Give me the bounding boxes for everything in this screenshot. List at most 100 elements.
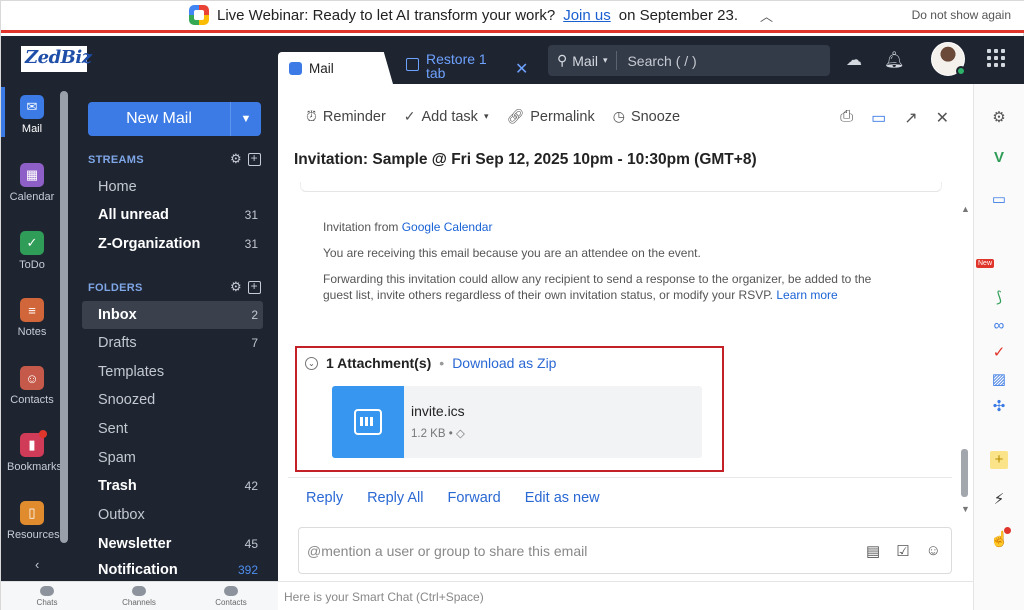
sidebar-item-notification[interactable]: Notification 392 <box>82 558 263 581</box>
add-task-button[interactable]: ✓ Add task ▾ <box>404 108 489 125</box>
link-icon[interactable]: ∞ <box>990 317 1008 335</box>
chat-bubble-icon[interactable]: ▭ <box>871 108 886 128</box>
mail-scrollbar[interactable]: ▲ ▼ <box>961 204 970 514</box>
app-nav-resources[interactable]: ▯ Resources <box>7 501 60 541</box>
sidebar-item-newsletter[interactable]: Newsletter 45 <box>82 530 263 558</box>
smart-chat-input[interactable]: Here is your Smart Chat (Ctrl+Space) <box>278 581 973 610</box>
reminder-button[interactable]: ⏰︎ Reminder <box>306 108 386 125</box>
toolbar-label: Permalink <box>530 108 595 125</box>
banner-text-after: on September 23. <box>618 6 738 24</box>
app-nav-mail[interactable]: ✉ Mail <box>1 87 57 137</box>
divider <box>288 477 952 478</box>
apps-grid-icon[interactable] <box>987 49 1005 67</box>
bell-icon[interactable]: 🔔︎ <box>884 50 904 70</box>
bottom-nav-label: Contacts <box>215 598 247 607</box>
add-folder-icon[interactable]: + <box>247 280 261 294</box>
checkmark-icon[interactable]: ✓ <box>990 344 1008 362</box>
search-scope-dropdown[interactable]: ⚲ Mail ▾ <box>548 51 618 70</box>
notification-dot <box>1004 527 1011 534</box>
gear-icon[interactable]: ⚙ <box>230 280 242 294</box>
tab-bar: Mail Restore 1 tab ✕ ⚲ Mail ▾ Search ( /… <box>278 36 1024 84</box>
sidebar-item-label: Home <box>98 179 137 195</box>
body-text: You are receiving this email because you… <box>323 246 701 260</box>
unread-count: 42 <box>244 479 258 493</box>
task-icon[interactable]: ☑ <box>896 542 909 560</box>
sidebar-item-spam[interactable]: Spam <box>82 444 263 472</box>
sidebar-item-trash[interactable]: Trash 42 <box>82 472 263 500</box>
close-icon[interactable]: ✕ <box>515 59 528 79</box>
app-nav-contacts[interactable]: ☺ Contacts <box>7 366 57 406</box>
collapse-toggle-icon[interactable]: ⌄ <box>305 356 318 370</box>
sidebar-item-inbox[interactable]: Inbox 2 <box>82 301 263 329</box>
tab-mail[interactable]: Mail <box>278 52 393 84</box>
email-body: Invitation from Google Calendar You are … <box>323 219 903 313</box>
app-nav-notes[interactable]: ≡ Notes <box>7 298 57 338</box>
chevron-up-icon[interactable]: ︿ <box>760 6 773 25</box>
sidebar-item-templates[interactable]: Templates <box>82 358 263 386</box>
app-nav-todo[interactable]: ✓ ToDo <box>7 231 57 271</box>
resources-icon: ▯ <box>20 501 44 525</box>
sidebar-item-sent[interactable]: Sent <box>82 415 263 443</box>
reply-all-button[interactable]: Reply All <box>367 490 423 506</box>
google-calendar-link[interactable]: Google Calendar <box>402 220 493 234</box>
filter-icon[interactable]: ⚙ <box>230 152 242 166</box>
attachment-file-name[interactable]: invite.ics <box>411 403 465 419</box>
sidebar-item-label: Notification <box>98 561 178 578</box>
right-rail: ⚙ V ▭ New ⟆ ∞ ✓ ▨ ✣ + ⚡︎ ☝ <box>973 84 1024 610</box>
app-nav-calendar[interactable]: ▦ Calendar <box>7 163 57 203</box>
sticky-note-icon[interactable]: + <box>990 451 1008 469</box>
chevron-down-icon[interactable]: ▼ <box>230 102 261 136</box>
download-zip-link[interactable]: Download as Zip <box>452 355 556 371</box>
contacts-icon: ☺ <box>20 366 44 390</box>
new-mail-button[interactable]: New Mail ▼ <box>88 102 261 136</box>
bottom-nav-chats[interactable]: Chats <box>17 586 77 607</box>
add-stream-icon[interactable]: + <box>247 152 261 166</box>
sidebar-item-all-unread[interactable]: All unread 31 <box>82 201 263 229</box>
app-nav-bookmarks[interactable]: ▮ Bookmarks <box>7 430 62 473</box>
tag-icon[interactable]: ◇ <box>456 428 465 440</box>
banner-join-link[interactable]: Join us <box>563 7 611 24</box>
app-nav-label: Mail <box>21 123 43 135</box>
avatar[interactable] <box>931 42 966 76</box>
notes-icon[interactable]: ▤ <box>866 542 880 560</box>
bottom-nav-contacts[interactable]: Contacts <box>201 586 261 607</box>
permalink-button[interactable]: 🔗︎ Permalink <box>506 108 594 125</box>
sidebar-item-outbox[interactable]: Outbox <box>82 501 263 529</box>
emoji-icon[interactable]: ☺ <box>926 542 941 560</box>
open-external-icon[interactable]: ↗ <box>904 108 917 128</box>
puzzle-icon[interactable]: ✣ <box>990 398 1008 416</box>
banner-dismiss-link[interactable]: Do not show again <box>912 8 1011 22</box>
forward-button[interactable]: Forward <box>448 490 501 506</box>
snooze-button[interactable]: ◷ Snooze <box>613 108 680 125</box>
app-nav-scrollbar[interactable] <box>60 91 68 543</box>
learn-more-link[interactable]: Learn more <box>776 288 837 302</box>
comment-input[interactable]: @mention a user or group to share this e… <box>298 527 952 574</box>
brand-logo[interactable]: ZedBiz <box>21 46 92 72</box>
attachment-card[interactable]: invite.ics 1.2 KB • ◇ <box>332 386 702 458</box>
integration-v-icon[interactable]: V <box>990 149 1008 167</box>
sidebar-item-home[interactable]: Home <box>82 173 263 201</box>
scroll-up-icon[interactable]: ▲ <box>961 204 970 214</box>
scroll-thumb[interactable] <box>961 449 968 497</box>
sidebar-item-label: Snoozed <box>98 392 156 408</box>
search-input[interactable]: ⚲ Mail ▾ Search ( / ) <box>548 45 830 76</box>
reply-button[interactable]: Reply <box>306 490 343 506</box>
print-icon[interactable]: ⎙ <box>840 108 853 128</box>
notes-icon: ≡ <box>20 298 44 322</box>
lightning-icon[interactable]: ⚡︎ <box>990 491 1008 509</box>
sidebar-item-drafts[interactable]: Drafts 7 <box>82 329 263 357</box>
scroll-down-icon[interactable]: ▼ <box>961 504 970 514</box>
settings-gear-icon[interactable]: ⚙ <box>990 109 1008 127</box>
window-icon[interactable]: ▭ <box>990 191 1008 209</box>
unread-count: 2 <box>251 308 258 322</box>
cloud-sync-icon[interactable]: ☁ <box>846 50 862 70</box>
sidebar-item-snoozed[interactable]: Snoozed <box>82 386 263 414</box>
chart-icon[interactable]: ▨ <box>990 371 1008 389</box>
restore-tab-button[interactable]: Restore 1 tab <box>406 52 496 80</box>
bottom-nav-channels[interactable]: Channels <box>109 586 169 607</box>
close-icon[interactable]: ✕ <box>936 108 949 128</box>
sidebar-item-z-organization[interactable]: Z-Organization 31 <box>82 230 263 258</box>
collapse-chevron-icon[interactable]: ‹ <box>35 557 39 572</box>
route-icon[interactable]: ⟆ <box>990 289 1008 307</box>
edit-as-new-button[interactable]: Edit as new <box>525 490 600 506</box>
